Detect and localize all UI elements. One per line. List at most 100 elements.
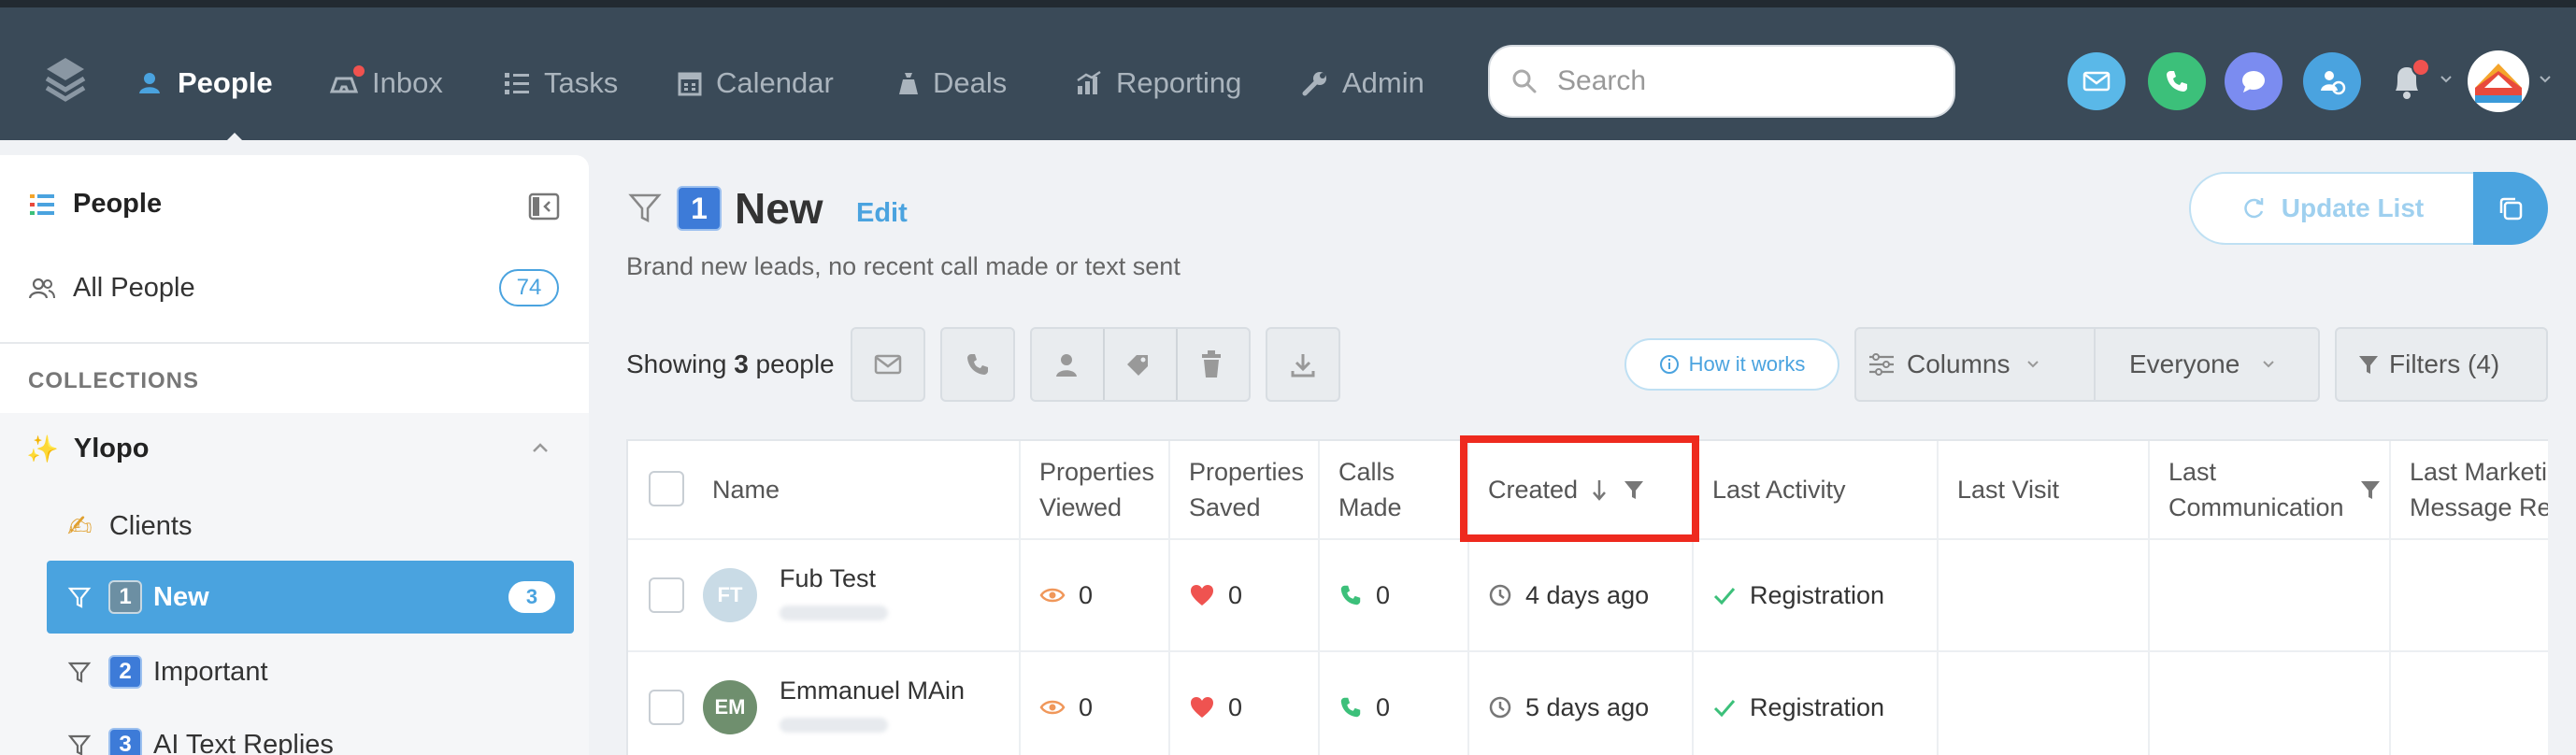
global-search[interactable] bbox=[1488, 45, 1955, 118]
filter-icon bbox=[67, 662, 92, 683]
avatar[interactable]: FT bbox=[703, 568, 757, 622]
nav-tasks-label: Tasks bbox=[544, 66, 619, 99]
nav-reporting[interactable]: Reporting bbox=[1075, 60, 1241, 107]
column-header-label: Name bbox=[712, 476, 780, 504]
column-header-properties-saved[interactable]: Properties Saved bbox=[1170, 441, 1320, 538]
export-button[interactable] bbox=[1266, 327, 1340, 402]
person-name-link[interactable]: Emmanuel MAin bbox=[780, 677, 965, 705]
heart-icon bbox=[1191, 697, 1213, 718]
everyone-dropdown[interactable]: Everyone bbox=[2094, 327, 2320, 402]
bulk-email-button[interactable] bbox=[851, 327, 925, 402]
nav-admin[interactable]: Admin bbox=[1301, 60, 1424, 107]
column-header-last-marketing-message[interactable]: Last Marketi Message Re bbox=[2391, 441, 2548, 538]
filter-solid-icon bbox=[2359, 356, 2378, 374]
columns-dropdown[interactable]: Columns bbox=[1854, 327, 2096, 402]
copy-list-button[interactable] bbox=[2473, 172, 2548, 245]
sidebar-item-all-people[interactable]: All People bbox=[28, 273, 195, 304]
row-checkbox[interactable] bbox=[649, 690, 684, 725]
user-avatar[interactable] bbox=[2468, 50, 2529, 112]
phone-icon bbox=[2167, 71, 2187, 92]
column-header-label: Last Activity bbox=[1712, 476, 1846, 504]
collapse-sidebar-icon[interactable] bbox=[528, 192, 560, 221]
download-icon bbox=[1291, 354, 1315, 378]
cell-properties-saved: 0 bbox=[1170, 540, 1320, 650]
sliders-icon bbox=[1869, 353, 1894, 376]
nav-deals-label: Deals bbox=[933, 66, 1008, 99]
header-line: Saved bbox=[1189, 493, 1261, 521]
column-header-last-communication[interactable]: Last Communication bbox=[2150, 441, 2391, 538]
column-filter-icon[interactable] bbox=[2359, 478, 2382, 501]
cell-value: 0 bbox=[1079, 692, 1094, 721]
page-subtitle: Brand new leads, no recent call made or … bbox=[626, 252, 1181, 280]
column-header-label: Properties Saved bbox=[1189, 454, 1304, 525]
column-header-calls-made[interactable]: Calls Made bbox=[1320, 441, 1469, 538]
chevron-down-icon bbox=[2027, 361, 2039, 368]
avatar[interactable]: EM bbox=[703, 680, 757, 734]
column-header-properties-viewed[interactable]: Properties Viewed bbox=[1021, 441, 1170, 538]
chat-quick-button[interactable] bbox=[2225, 52, 2283, 110]
email-quick-button[interactable] bbox=[2068, 52, 2125, 110]
select-all-checkbox[interactable] bbox=[649, 471, 684, 506]
how-it-works-button[interactable]: How it works bbox=[1624, 338, 1839, 391]
tag-icon[interactable] bbox=[1123, 351, 1155, 379]
cell-last-communication bbox=[2150, 652, 2391, 755]
column-header-last-visit[interactable]: Last Visit bbox=[1939, 441, 2150, 538]
cell-name: FT Fub Test bbox=[628, 540, 1021, 650]
filters-button[interactable]: Filters (4) bbox=[2335, 327, 2548, 402]
keycap-3-icon: 3 bbox=[108, 728, 142, 755]
nav-inbox-label: Inbox bbox=[372, 66, 443, 99]
nav-tasks[interactable]: Tasks bbox=[503, 60, 618, 107]
table-row[interactable]: EM Emmanuel MAin 0 0 0 5 days ago Regist… bbox=[628, 650, 2548, 755]
chevron-up-icon[interactable] bbox=[531, 441, 550, 454]
phone-icon bbox=[1340, 697, 1361, 718]
bulk-call-button[interactable] bbox=[940, 327, 1015, 402]
update-list-button[interactable]: Update List bbox=[2189, 172, 2475, 245]
sidebar-item-ai-text-replies[interactable]: 3 AI Text Replies bbox=[47, 708, 574, 755]
chevron-down-icon[interactable] bbox=[2539, 75, 2552, 84]
collection-ylopo-header[interactable]: ✨ Ylopo bbox=[26, 434, 149, 464]
sidebar-item-important[interactable]: 2 Important bbox=[47, 635, 574, 708]
table-row[interactable]: FT Fub Test 0 0 0 4 days ago Registratio… bbox=[628, 538, 2548, 650]
highlight-annotation-box bbox=[1460, 435, 1699, 542]
column-header-label: Calls Made bbox=[1338, 454, 1402, 525]
trash-icon[interactable] bbox=[1198, 349, 1224, 379]
header-line: Calls bbox=[1338, 458, 1395, 486]
columns-label: Columns bbox=[1907, 349, 2011, 378]
integrations-quick-button[interactable] bbox=[2303, 52, 2361, 110]
collection-ylopo-label: Ylopo bbox=[73, 434, 150, 463]
people-outline-icon bbox=[28, 278, 55, 298]
phone-quick-button[interactable] bbox=[2148, 52, 2206, 110]
sidebar-item-label: AI Text Replies bbox=[153, 729, 334, 755]
assign-person-icon[interactable] bbox=[1052, 351, 1080, 379]
all-people-label: All People bbox=[73, 273, 195, 303]
app-logo-icon[interactable] bbox=[43, 49, 88, 105]
chat-bubble-icon bbox=[2242, 71, 2265, 93]
people-icon bbox=[139, 73, 160, 93]
column-header-name[interactable]: Name bbox=[628, 441, 1021, 538]
cell-name: EM Emmanuel MAin bbox=[628, 652, 1021, 755]
column-header-last-activity[interactable]: Last Activity bbox=[1694, 441, 1939, 538]
sidebar-item-label: Important bbox=[153, 656, 268, 687]
eye-icon bbox=[1039, 588, 1066, 603]
header-line: Made bbox=[1338, 493, 1402, 521]
person-name-link[interactable]: Fub Test bbox=[780, 564, 876, 593]
sidebar-item-label: New bbox=[153, 581, 209, 612]
cell-value: 0 bbox=[1228, 692, 1243, 721]
column-header-label: Last Visit bbox=[1957, 476, 2060, 504]
nav-inbox[interactable]: Inbox bbox=[329, 60, 443, 107]
nav-deals[interactable]: Deals bbox=[897, 60, 1007, 107]
edit-list-link[interactable]: Edit bbox=[856, 198, 908, 229]
row-checkbox[interactable] bbox=[649, 577, 684, 613]
header-line: Last bbox=[2168, 458, 2217, 486]
tasks-icon bbox=[505, 73, 529, 94]
cell-properties-saved: 0 bbox=[1170, 652, 1320, 755]
search-input[interactable] bbox=[1557, 65, 1931, 97]
sidebar-item-clients[interactable]: ✍ Clients bbox=[47, 490, 574, 563]
nav-people[interactable]: People bbox=[136, 60, 273, 107]
email-icon bbox=[2082, 71, 2111, 92]
header-line: Message Re bbox=[2410, 493, 2548, 521]
chevron-down-icon[interactable] bbox=[2440, 75, 2453, 84]
cell-value: Registration bbox=[1750, 580, 1885, 609]
sidebar-item-new[interactable]: 1 New 3 bbox=[47, 561, 574, 634]
nav-calendar[interactable]: Calendar bbox=[677, 60, 834, 107]
